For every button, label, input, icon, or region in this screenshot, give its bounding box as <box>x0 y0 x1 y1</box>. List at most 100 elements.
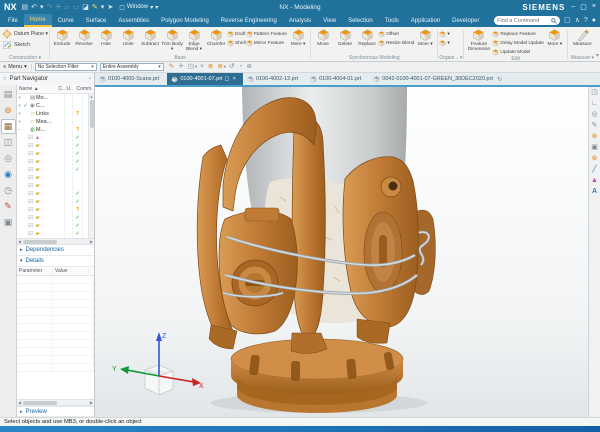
snap-icon[interactable]: ✛ <box>178 64 184 71</box>
roles-icon[interactable]: ▣ <box>1 215 16 230</box>
organize-button-2[interactable]: ▾ <box>439 39 449 47</box>
tree-item-body[interactable]: ☑ ▰ ✓ <box>17 150 94 158</box>
datum-csys-icon[interactable]: ▲ <box>591 177 598 184</box>
hole-button[interactable]: Hole <box>95 28 117 52</box>
format-brush-icon[interactable]: ◪ <box>82 4 89 11</box>
tab-tools[interactable]: Tools <box>379 14 405 27</box>
tree-item-body[interactable]: ☑ ▰ ✓ <box>17 214 94 222</box>
gear-icon[interactable]: ⊛ <box>592 133 598 140</box>
tab-controls[interactable]: ◻ × <box>225 76 237 82</box>
cut-icon[interactable]: ✛ <box>55 4 61 11</box>
minimize-ribbon-icon[interactable]: ∧ <box>575 17 580 24</box>
base-more-button[interactable]: More ▾ <box>287 28 309 47</box>
touch-mode-icon[interactable]: ➤ <box>107 4 113 11</box>
pattern-feature-button[interactable]: Pattern Feature <box>246 30 287 38</box>
undo-icon[interactable]: ↶ <box>31 4 37 11</box>
dimension-icon[interactable]: ∟ <box>591 100 598 107</box>
details-section[interactable]: ▾ Details <box>17 256 94 267</box>
tree-item-body[interactable]: ☑ ▰ ✓ <box>17 166 94 174</box>
part-tab-0100-4002-12[interactable]: 0100-4002-12.prt <box>243 73 306 85</box>
group-label-measure[interactable]: Measure ▾ <box>569 55 596 61</box>
edit-object-icon[interactable]: ✎ <box>92 4 98 11</box>
part-icon[interactable]: ▣ <box>591 144 598 151</box>
visibility-checkbox[interactable]: ☑ <box>27 183 34 189</box>
organize-button-1[interactable]: ▾ <box>439 30 449 38</box>
tree-item-model-views[interactable]: + ▤ Mo... <box>17 94 94 102</box>
tree-item-body[interactable]: ☑ ▰ ✓ <box>17 230 94 238</box>
tree-item-body[interactable]: ☑ ▰ ✓ <box>17 222 94 230</box>
restore-button[interactable]: ▢ <box>580 3 587 11</box>
tree-item-body[interactable]: ☑ ▰ <box>17 182 94 190</box>
shell-button[interactable]: Shell <box>227 39 246 47</box>
visibility-checkbox[interactable]: ☑ <box>27 207 34 213</box>
visibility-checkbox[interactable]: ☑ <box>27 175 34 181</box>
minimize-button[interactable]: – <box>571 3 575 11</box>
tab-developer[interactable]: Developer <box>446 14 485 27</box>
delay-model-update-button[interactable]: Delay Model Update <box>492 39 543 47</box>
close-button[interactable]: × <box>592 3 596 11</box>
assembly-navigator-icon[interactable]: ▤ <box>1 87 16 102</box>
visibility-checkbox[interactable]: ☑ <box>27 159 34 165</box>
delete-button[interactable]: Delete <box>334 28 356 47</box>
tree-vertical-scrollbar[interactable]: ▲ <box>88 94 94 238</box>
part-tab-0100-4001-07[interactable]: 0100-4001-07.prt ◻ × <box>167 73 243 85</box>
tab-view[interactable]: View <box>317 14 342 27</box>
datum-plane-button[interactable]: Datum Plane ▾ <box>2 28 48 39</box>
process-studio-icon[interactable]: ✎ <box>1 199 16 214</box>
tree-item-body[interactable]: ☑ ▰ ? <box>17 206 94 214</box>
window-menu[interactable]: ▢ Window ▾ ▾ <box>119 4 158 11</box>
part-tab-0100-4000-scans[interactable]: 0100-4000-Scans.prt <box>95 73 167 85</box>
command-search-input[interactable] <box>497 18 549 24</box>
visibility-checkbox[interactable]: ☑ <box>27 135 34 141</box>
preferences-gear-icon[interactable]: ⊛ <box>246 64 252 71</box>
visibility-checkbox[interactable]: ☑ <box>27 215 34 221</box>
visibility-checkbox[interactable]: ☑ <box>27 231 34 237</box>
qat-more-icon[interactable]: ▾ <box>101 4 105 11</box>
feature-dimension-button[interactable]: Feature Dimension <box>465 28 492 52</box>
tab-surface[interactable]: Surface <box>80 14 113 27</box>
tab-selection[interactable]: Selection <box>342 14 379 27</box>
rotate-view-icon[interactable]: ↺ <box>229 64 235 71</box>
tab-analysis[interactable]: Analysis <box>283 14 317 27</box>
details-horizontal-scrollbar[interactable]: ◀▶ <box>17 399 94 406</box>
selection-filter-dropdown[interactable]: No Selection Filter ▾ <box>35 63 97 71</box>
visibility-checkbox[interactable]: ☑ <box>27 151 34 157</box>
tab-home[interactable]: Home <box>24 14 52 27</box>
edit-more-button[interactable]: More ▾ <box>544 28 566 47</box>
visibility-checkbox[interactable]: ☑ <box>27 167 34 173</box>
help-icon[interactable]: ? <box>584 17 588 24</box>
trim-body-button[interactable]: Trim Body ▾ <box>161 28 183 52</box>
group-label-organize[interactable]: Organi... ▾ <box>439 55 462 61</box>
point-add-icon[interactable]: ⊕ <box>208 64 214 71</box>
selection-scope-icon[interactable]: ◳ ▾ <box>188 64 197 71</box>
tree-item-links[interactable]: + ▱ Links ? <box>17 110 94 118</box>
tab-file[interactable]: File <box>2 14 24 27</box>
visibility-checkbox[interactable]: ☑ <box>27 191 34 197</box>
sketch-button[interactable]: Sketch <box>2 39 30 50</box>
text-annotation-icon[interactable]: A <box>592 188 597 195</box>
replace-button[interactable]: Replace <box>356 28 378 47</box>
navigator-pin-icon[interactable]: ○ <box>3 76 7 82</box>
subtract-button[interactable]: Subtract <box>139 28 161 52</box>
tab-assemblies[interactable]: Assemblies <box>112 14 155 27</box>
visibility-checkbox[interactable]: ☑ <box>27 143 34 149</box>
tree-item-body[interactable]: ☑ ▰ ✓ <box>17 190 94 198</box>
deselect-icon[interactable]: × <box>200 64 205 71</box>
sketch-line-icon[interactable]: ╱ <box>592 166 596 173</box>
tab-application[interactable]: Application <box>405 14 446 27</box>
graphics-viewport[interactable]: Z X Y ◳∟◎✎⊛▣⊛╱▲A <box>95 85 600 417</box>
tree-item-cameras[interactable]: + ✓ ◉ C... <box>17 102 94 110</box>
constraint-navigator-icon[interactable]: ⊛ <box>1 103 16 118</box>
preview-section[interactable]: ▸ Preview <box>17 406 94 417</box>
annotation-pencil-icon[interactable]: ✎ <box>592 122 598 129</box>
tab-curve[interactable]: Curve <box>52 14 80 27</box>
unite-button[interactable]: Unite <box>117 28 139 52</box>
redo-icon[interactable]: ↷ <box>47 4 53 11</box>
concentric-icon[interactable]: ◎ <box>591 111 597 118</box>
highlight-icon[interactable]: ✎ <box>169 64 175 71</box>
ribbon-options-icon[interactable]: ▾ <box>596 52 600 61</box>
revolve-button[interactable]: Revolve <box>73 28 95 52</box>
sync-more-button[interactable]: More ▾ <box>414 28 436 47</box>
part-tab-0100-4004-01[interactable]: 0100-4004-01.prt <box>306 73 369 85</box>
chamfer-button[interactable]: Chamfer <box>205 28 227 52</box>
